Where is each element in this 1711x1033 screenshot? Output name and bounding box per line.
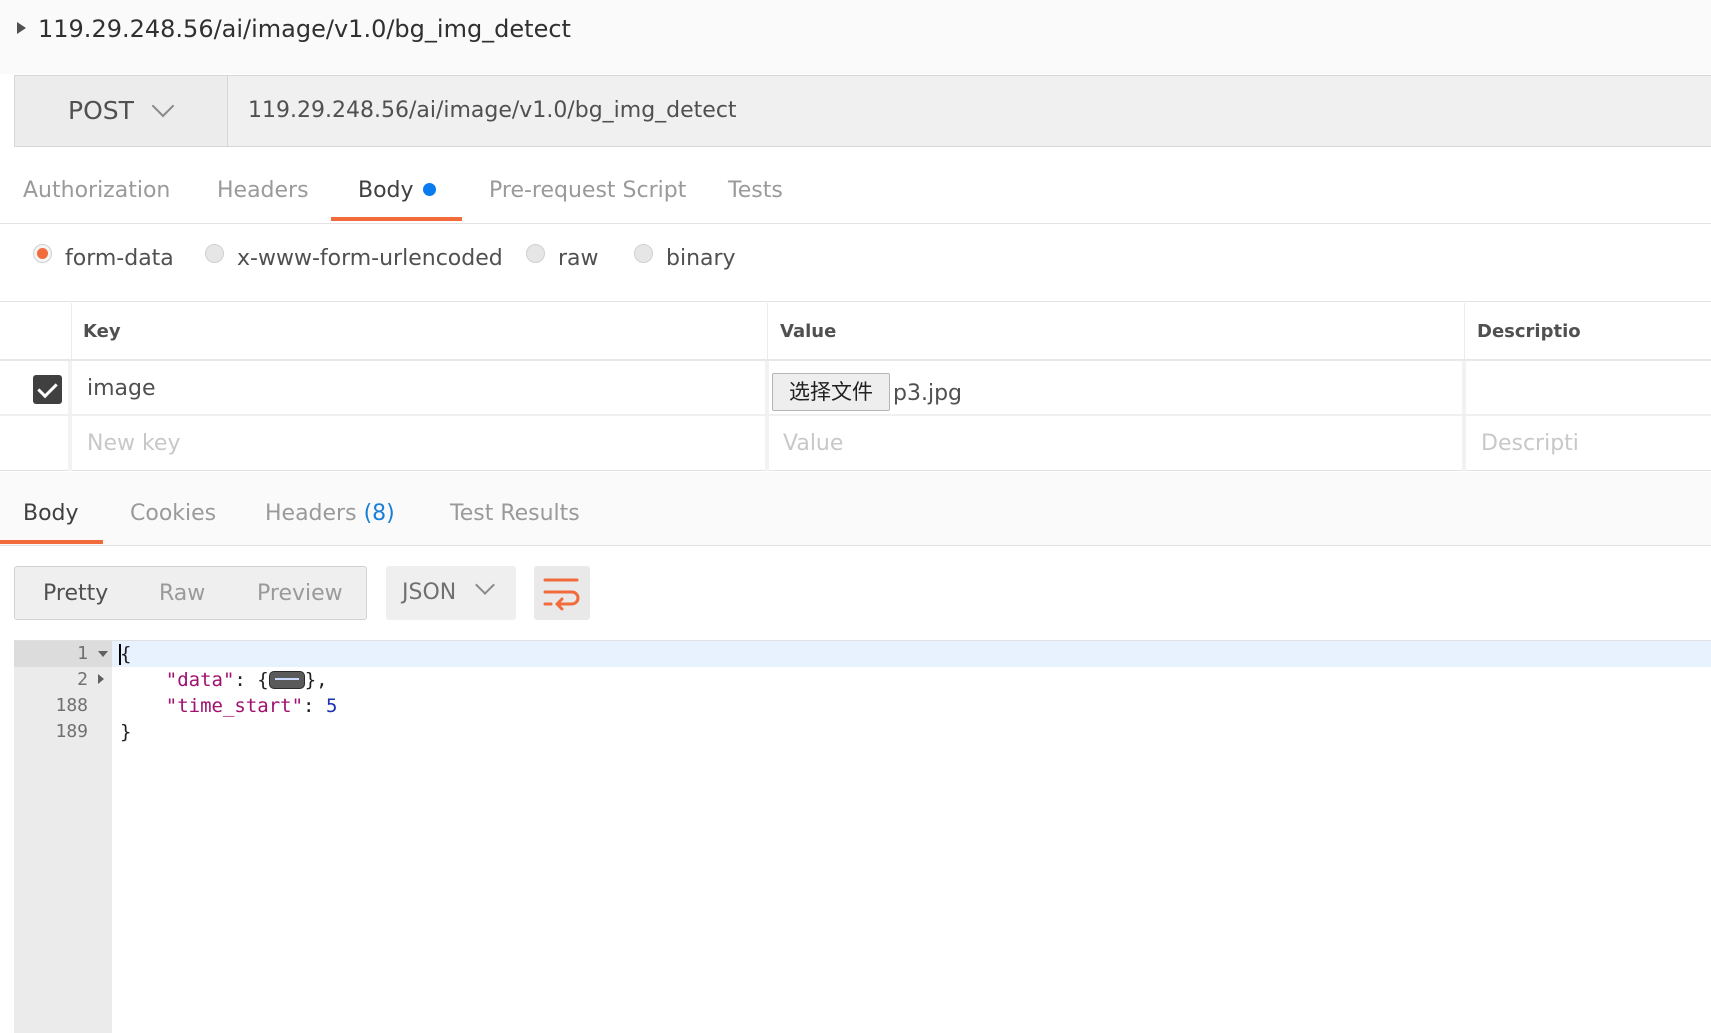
code-text: } xyxy=(120,721,132,743)
radio-raw[interactable] xyxy=(526,244,545,263)
response-tabs: Body Cookies Headers (8) Test Results xyxy=(0,472,1711,546)
resp-tab-test-results[interactable]: Test Results xyxy=(450,499,580,529)
resp-tab-cookies[interactable]: Cookies xyxy=(130,499,216,529)
new-key-input[interactable]: New key xyxy=(87,429,181,459)
radio-label-raw[interactable]: raw xyxy=(558,244,599,274)
tab-headers[interactable]: Headers xyxy=(217,176,309,206)
chevron-down-icon xyxy=(151,94,175,118)
column-divider xyxy=(1462,361,1466,471)
code-text: { xyxy=(120,643,132,665)
resp-tab-headers-label: Headers xyxy=(265,501,357,526)
file-name: p3.jpg xyxy=(893,381,962,406)
fold-open-icon[interactable] xyxy=(98,651,108,657)
url-input[interactable]: 119.29.248.56/ai/image/v1.0/bg_img_detec… xyxy=(248,96,737,126)
form-data-table: Key Value Descriptio image 选择文件 p3.jpg N… xyxy=(0,303,1711,471)
code-line: "time_start": 5 xyxy=(120,693,338,719)
row-divider xyxy=(0,359,1711,361)
request-title[interactable]: 119.29.248.56/ai/image/v1.0/bg_img_detec… xyxy=(38,14,571,44)
view-preview[interactable]: Preview xyxy=(257,579,343,609)
column-divider xyxy=(68,361,72,471)
radio-x-www-form-urlencoded[interactable] xyxy=(205,244,224,263)
json-number: 5 xyxy=(325,695,338,717)
view-mode-switch: Pretty Raw Preview xyxy=(14,566,367,620)
radio-label-x-www-form-urlencoded[interactable]: x-www-form-urlencoded xyxy=(237,244,503,274)
json-key: "data" xyxy=(165,669,235,691)
resp-tab-headers[interactable]: Headers (8) xyxy=(265,499,395,529)
headers-count-badge: (8) xyxy=(363,501,395,526)
row-enabled-checkbox[interactable] xyxy=(33,375,62,404)
line-number: 188 xyxy=(55,695,88,716)
format-select[interactable]: JSON xyxy=(386,566,516,620)
tab-body[interactable]: Body xyxy=(358,176,436,206)
tab-authorization[interactable]: Authorization xyxy=(23,176,170,206)
method-label: POST xyxy=(68,96,134,125)
code-text: : { xyxy=(234,669,269,691)
url-bar: POST 119.29.248.56/ai/image/v1.0/bg_img_… xyxy=(14,75,1711,147)
radio-form-data[interactable] xyxy=(33,244,52,263)
row-key[interactable]: image xyxy=(87,374,156,404)
method-select[interactable]: POST xyxy=(15,76,228,146)
code-line: "data": {}, xyxy=(120,667,328,693)
header-value-label: Value xyxy=(780,321,837,342)
code-line: } xyxy=(120,719,131,745)
radio-label-binary[interactable]: binary xyxy=(666,244,736,274)
wrap-lines-icon xyxy=(543,578,580,611)
table-header-key: Key xyxy=(72,303,768,359)
table-header-check xyxy=(0,303,72,359)
code-line: { xyxy=(120,641,131,667)
tab-body-label: Body xyxy=(358,178,414,203)
line-number: 2 xyxy=(77,669,88,690)
collapsed-block-icon[interactable] xyxy=(268,671,305,689)
line-number: 189 xyxy=(55,721,88,742)
code-text: : xyxy=(303,695,326,717)
view-raw[interactable]: Raw xyxy=(159,579,205,609)
active-resp-tab-indicator xyxy=(0,540,103,544)
chevron-down-icon xyxy=(475,575,495,595)
new-value-input[interactable]: Value xyxy=(783,429,843,459)
title-bar: 119.29.248.56/ai/image/v1.0/bg_img_detec… xyxy=(0,0,1711,74)
table-header-description: Descriptio xyxy=(1465,303,1711,359)
column-divider xyxy=(765,361,769,471)
body-type-selector: form-data x-www-form-urlencoded raw bina… xyxy=(0,225,1711,302)
fold-closed-icon[interactable] xyxy=(98,674,104,684)
header-key-label: Key xyxy=(83,321,121,342)
active-tab-indicator xyxy=(331,217,462,221)
active-line-highlight xyxy=(112,641,1711,667)
table-header-value: Value xyxy=(768,303,1465,359)
header-description-label: Descriptio xyxy=(1477,321,1581,342)
line-number: 1 xyxy=(77,643,88,664)
new-description-input[interactable]: Descripti xyxy=(1481,429,1579,459)
radio-label-form-data[interactable]: form-data xyxy=(65,244,174,274)
radio-binary[interactable] xyxy=(634,244,653,263)
resp-tab-body[interactable]: Body xyxy=(23,499,79,529)
format-label: JSON xyxy=(402,580,457,605)
json-key: "time_start" xyxy=(165,695,304,717)
expand-caret-icon[interactable] xyxy=(17,22,26,34)
response-editor[interactable]: 1 2 188 189 { "data": {}, "time_start": … xyxy=(14,640,1711,1033)
wrap-lines-button[interactable] xyxy=(534,566,590,620)
tab-tests[interactable]: Tests xyxy=(728,176,783,206)
request-tabs: Authorization Headers Body Pre-request S… xyxy=(0,148,1711,224)
choose-file-button[interactable]: 选择文件 xyxy=(772,373,890,411)
modified-dot-icon xyxy=(422,183,436,196)
view-pretty[interactable]: Pretty xyxy=(43,579,108,609)
tab-pre-request-script[interactable]: Pre-request Script xyxy=(489,176,686,206)
code-text: }, xyxy=(304,669,328,691)
row-divider xyxy=(0,414,1711,416)
